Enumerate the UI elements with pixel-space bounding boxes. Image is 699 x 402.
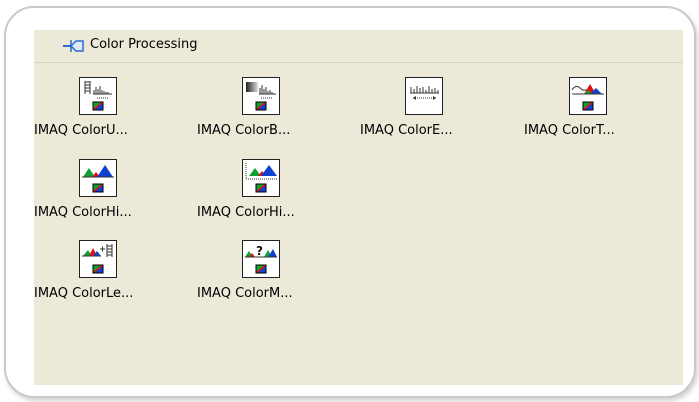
vi-label: IMAQ ColorM...	[197, 286, 293, 301]
vi-color-histogram-graph[interactable]: IMAQ ColorHi...	[197, 159, 327, 229]
vi-label: IMAQ ColorE...	[360, 123, 453, 138]
vi-label: IMAQ ColorT...	[524, 123, 615, 138]
vi-color-match[interactable]: ? IMAQ ColorM...	[197, 240, 327, 310]
color-equalize-icon	[405, 77, 443, 115]
palette-title: Color Processing	[90, 37, 198, 52]
vi-color-learn[interactable]: IMAQ ColorLe...	[34, 240, 164, 310]
vi-color-bcg[interactable]: IMAQ ColorB...	[197, 77, 327, 147]
svg-text:?: ?	[256, 244, 263, 258]
vi-label: IMAQ ColorHi...	[197, 205, 295, 220]
palette-header: Color Processing	[34, 30, 683, 63]
functions-palette: Color Processing IMAQ ColorU... IMAQ Col…	[34, 30, 683, 385]
vi-color-user-lookup[interactable]: IMAQ ColorU...	[34, 77, 164, 147]
color-learn-icon	[79, 240, 117, 278]
color-match-icon: ?	[242, 240, 280, 278]
vi-label: IMAQ ColorB...	[197, 123, 291, 138]
color-bcg-icon	[242, 77, 280, 115]
vi-color-threshold[interactable]: IMAQ ColorT...	[524, 77, 654, 147]
vi-label: IMAQ ColorHi...	[34, 205, 132, 220]
color-histogram-icon	[79, 159, 117, 197]
vi-color-histogram[interactable]: IMAQ ColorHi...	[34, 159, 164, 229]
color-threshold-icon	[569, 77, 607, 115]
color-histogram-graph-icon	[242, 159, 280, 197]
pin-icon[interactable]	[62, 38, 85, 54]
vi-label: IMAQ ColorU...	[34, 123, 128, 138]
color-user-lookup-icon	[79, 77, 117, 115]
vi-color-equalize[interactable]: IMAQ ColorE...	[360, 77, 490, 147]
vi-label: IMAQ ColorLe...	[34, 286, 134, 301]
